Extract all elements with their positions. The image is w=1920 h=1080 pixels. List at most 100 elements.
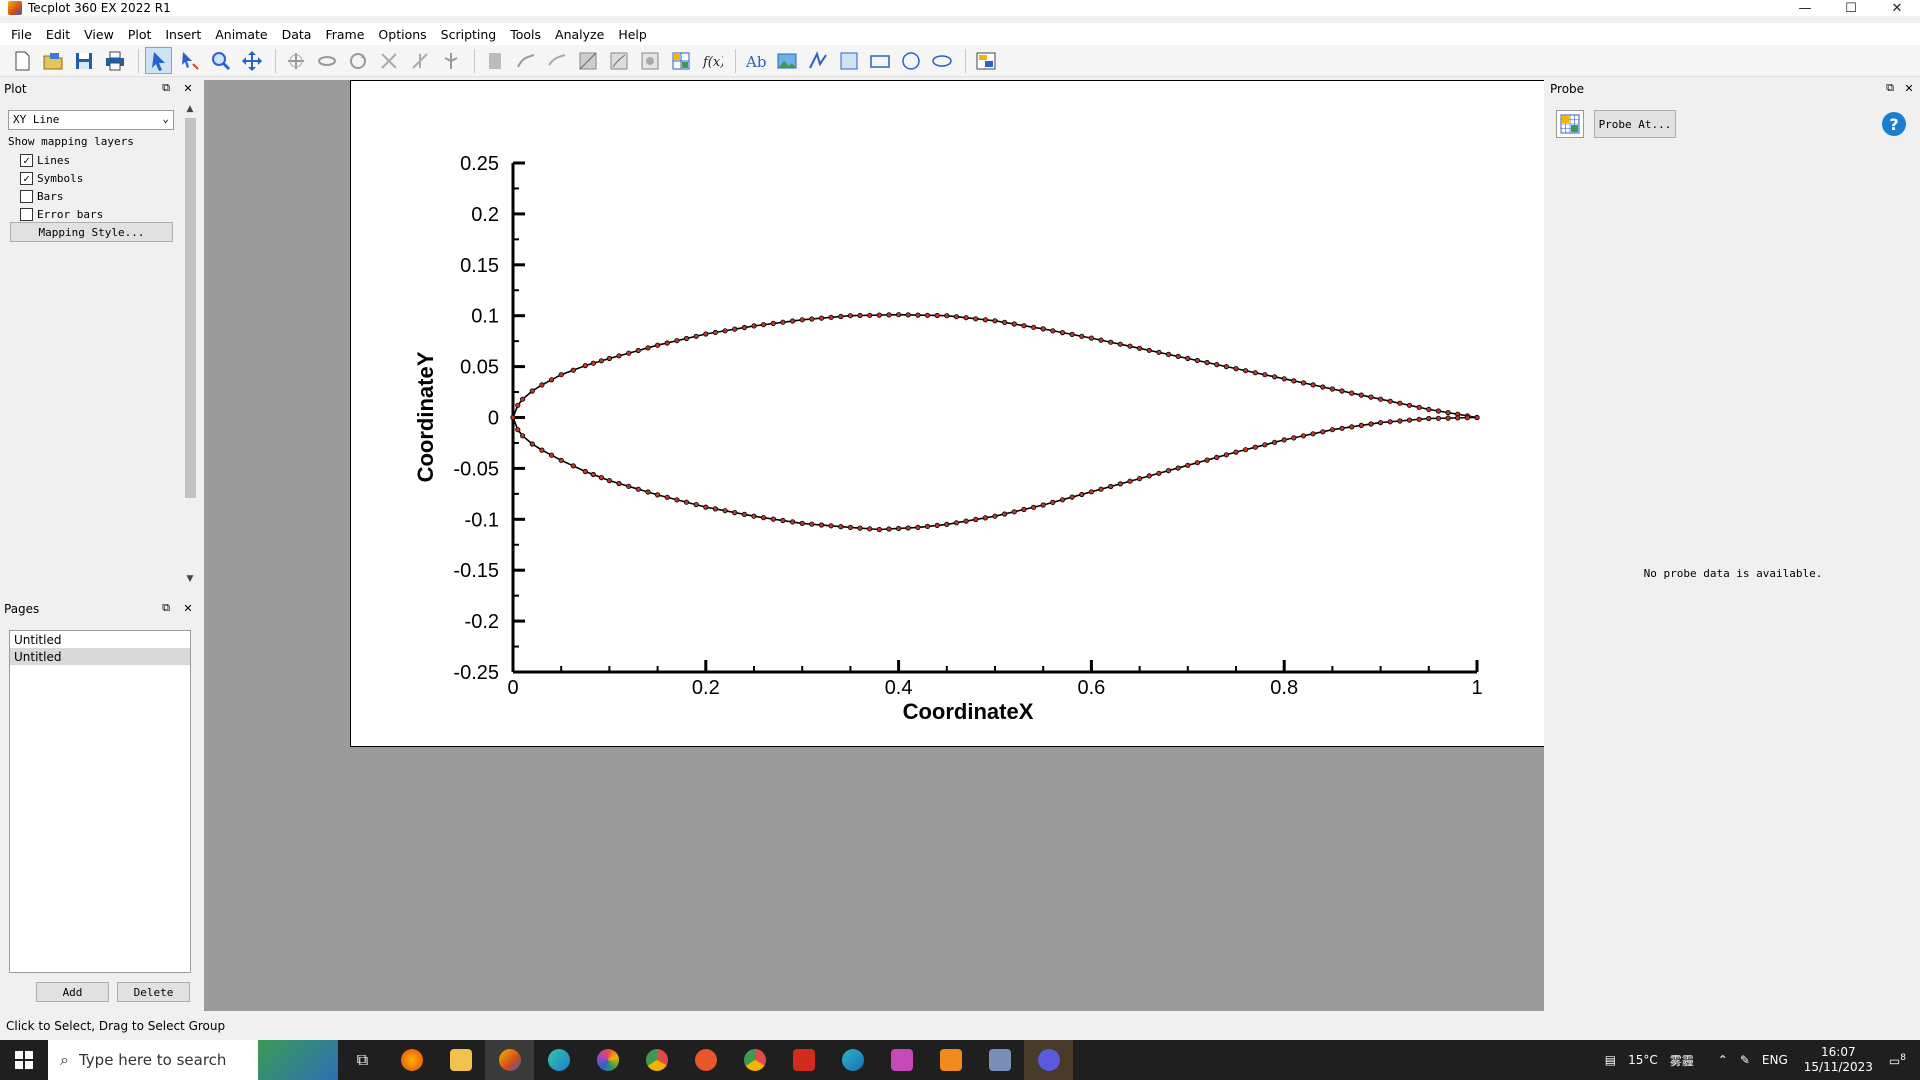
scroll-down-icon[interactable]: ▼ bbox=[182, 572, 198, 586]
delete-page-button[interactable]: Delete bbox=[117, 982, 190, 1002]
print-icon[interactable] bbox=[101, 47, 128, 74]
translate-icon[interactable] bbox=[238, 47, 265, 74]
rotate-xyz-icon[interactable] bbox=[375, 47, 402, 74]
tecplot-taskbar-icon[interactable] bbox=[485, 1040, 534, 1080]
wps-icon[interactable] bbox=[877, 1040, 926, 1080]
spin-icon[interactable] bbox=[437, 47, 464, 74]
menu-analyze[interactable]: Analyze bbox=[548, 27, 611, 42]
rotate-x-icon[interactable] bbox=[282, 47, 309, 74]
file-explorer-icon[interactable] bbox=[436, 1040, 485, 1080]
new-file-icon[interactable] bbox=[8, 47, 35, 74]
clock[interactable]: 16:07 15/11/2023 bbox=[1804, 1045, 1873, 1075]
rollerball-icon[interactable] bbox=[406, 47, 433, 74]
menu-help[interactable]: Help bbox=[611, 27, 654, 42]
weather-temp[interactable]: 15°C bbox=[1628, 1053, 1658, 1067]
scrollbar-thumb[interactable] bbox=[185, 118, 196, 498]
isosurface-icon[interactable] bbox=[636, 47, 663, 74]
plot-type-select[interactable]: XY Line ⌄ bbox=[8, 110, 174, 130]
svg-text:Ab: Ab bbox=[745, 53, 766, 71]
weather-icon[interactable]: ▤ bbox=[1605, 1053, 1616, 1067]
plot-frame[interactable]: 0 0.2 0.4 0.6 0.8 1 0.25 0.2 0.15 0.1 0.05 0 -0.05 -0… bbox=[350, 80, 1544, 747]
layer-bars[interactable]: Bars bbox=[20, 188, 64, 204]
probe-at-button[interactable]: Probe At... bbox=[1594, 110, 1676, 138]
close-icon[interactable]: ✕ bbox=[181, 81, 195, 95]
layer-lines[interactable]: ✓ Lines bbox=[20, 152, 70, 168]
chat-app-icon[interactable] bbox=[1024, 1040, 1073, 1080]
edge-beta-icon[interactable] bbox=[828, 1040, 877, 1080]
plot-panel-scrollbar[interactable]: ▲ ▼ bbox=[182, 100, 198, 590]
shield-app-icon[interactable] bbox=[681, 1040, 730, 1080]
xy-plot[interactable]: 0 0.2 0.4 0.6 0.8 1 0.25 0.2 0.15 0.1 0.05 0 -0.05 -0… bbox=[351, 81, 1545, 748]
probe-grid-icon[interactable] bbox=[1556, 110, 1584, 138]
chrome-icon[interactable] bbox=[632, 1040, 681, 1080]
add-page-button[interactable]: Add bbox=[36, 982, 109, 1002]
save-icon[interactable] bbox=[70, 47, 97, 74]
menu-animate[interactable]: Animate bbox=[208, 27, 274, 42]
package-app-icon[interactable] bbox=[926, 1040, 975, 1080]
symbols-checkbox[interactable]: ✓ bbox=[20, 171, 33, 185]
menu-insert[interactable]: Insert bbox=[158, 27, 208, 42]
lines-checkbox[interactable]: ✓ bbox=[20, 153, 33, 167]
frame-tool-icon[interactable] bbox=[972, 47, 999, 74]
probe-tool-icon[interactable] bbox=[667, 47, 694, 74]
menu-frame[interactable]: Frame bbox=[318, 27, 371, 42]
page-item-selected[interactable]: Untitled bbox=[10, 648, 190, 665]
pen-icon[interactable]: ✎ bbox=[1740, 1053, 1750, 1067]
menu-file[interactable]: File bbox=[4, 27, 39, 42]
mapping-style-button[interactable]: Mapping Style... bbox=[10, 222, 173, 242]
zoom-icon[interactable] bbox=[207, 47, 234, 74]
close-button[interactable]: ✕ bbox=[1874, 0, 1920, 16]
layer-symbols[interactable]: ✓ Symbols bbox=[20, 170, 83, 186]
menu-scripting[interactable]: Scripting bbox=[434, 27, 504, 42]
task-view-icon[interactable]: ⧉ bbox=[338, 1040, 387, 1080]
select-arrow-icon[interactable] bbox=[145, 47, 172, 74]
windows-start-icon[interactable] bbox=[0, 1040, 48, 1080]
undock-icon[interactable]: ⧉ bbox=[159, 601, 173, 615]
square-tool-icon[interactable] bbox=[835, 47, 862, 74]
image-tool-icon[interactable] bbox=[773, 47, 800, 74]
streamtrace-line-icon[interactable] bbox=[543, 47, 570, 74]
edge-icon[interactable] bbox=[534, 1040, 583, 1080]
contour-icon[interactable] bbox=[605, 47, 632, 74]
streamtrace-icon[interactable] bbox=[512, 47, 539, 74]
rotate-z-icon[interactable] bbox=[344, 47, 371, 74]
open-file-icon[interactable] bbox=[39, 47, 66, 74]
help-icon[interactable]: ? bbox=[1882, 112, 1906, 136]
menu-data[interactable]: Data bbox=[275, 27, 319, 42]
text-tool-icon[interactable]: Ab bbox=[742, 47, 769, 74]
circle-tool-icon[interactable] bbox=[897, 47, 924, 74]
taskbar-search-box[interactable]: ⌕ Type here to search bbox=[48, 1040, 338, 1080]
minimize-button[interactable]: — bbox=[1782, 0, 1828, 16]
error-bars-checkbox[interactable] bbox=[20, 207, 33, 221]
extract-icon[interactable] bbox=[481, 47, 508, 74]
notification-icon[interactable]: ▭8 bbox=[1889, 1053, 1906, 1068]
close-icon[interactable]: ✕ bbox=[1902, 81, 1916, 95]
chrome-icon-2[interactable] bbox=[730, 1040, 779, 1080]
rectangle-tool-icon[interactable] bbox=[866, 47, 893, 74]
ellipse-tool-icon[interactable] bbox=[928, 47, 955, 74]
acrobat-icon[interactable] bbox=[779, 1040, 828, 1080]
menu-plot[interactable]: Plot bbox=[121, 27, 159, 42]
matlab-like-icon[interactable] bbox=[975, 1040, 1024, 1080]
slice-icon[interactable] bbox=[574, 47, 601, 74]
scroll-up-icon[interactable]: ▲ bbox=[182, 102, 198, 116]
colorful-app-icon[interactable] bbox=[583, 1040, 632, 1080]
chevron-up-icon[interactable]: ⌃ bbox=[1718, 1053, 1728, 1067]
firefox-icon[interactable] bbox=[387, 1040, 436, 1080]
menu-tools[interactable]: Tools bbox=[503, 27, 548, 42]
function-icon[interactable]: f(x) bbox=[698, 47, 725, 74]
close-icon[interactable]: ✕ bbox=[181, 601, 195, 615]
adjust-arrow-icon[interactable] bbox=[176, 47, 203, 74]
menu-edit[interactable]: Edit bbox=[39, 27, 77, 42]
menu-view[interactable]: View bbox=[77, 27, 121, 42]
menu-options[interactable]: Options bbox=[371, 27, 433, 42]
undock-icon[interactable]: ⧉ bbox=[159, 81, 173, 95]
undock-icon[interactable]: ⧉ bbox=[1883, 81, 1897, 95]
language-indicator[interactable]: ENG bbox=[1762, 1053, 1788, 1067]
layer-error-bars[interactable]: Error bars bbox=[20, 206, 103, 222]
bars-checkbox[interactable] bbox=[20, 189, 33, 203]
polyline-tool-icon[interactable] bbox=[804, 47, 831, 74]
page-item[interactable]: Untitled bbox=[10, 631, 190, 648]
rotate-y-icon[interactable] bbox=[313, 47, 340, 74]
maximize-button[interactable]: ☐ bbox=[1828, 0, 1874, 16]
